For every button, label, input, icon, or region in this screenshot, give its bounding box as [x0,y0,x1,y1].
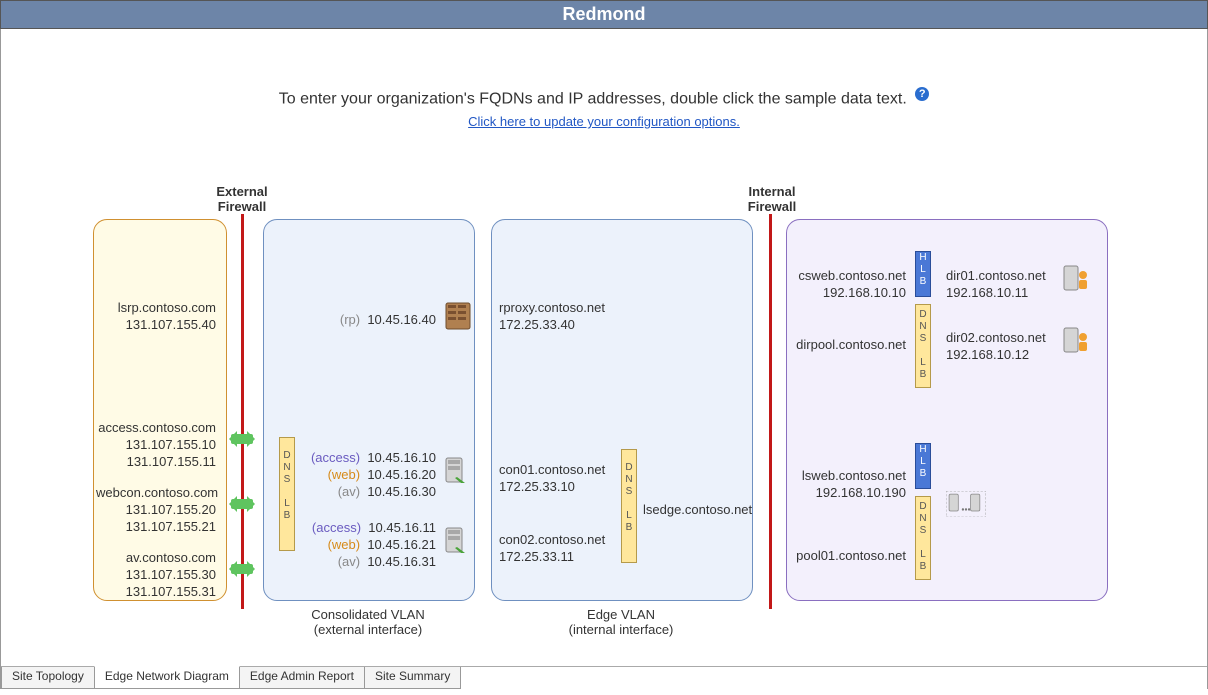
dirpool-label[interactable]: dirpool.contoso.net [791,336,906,353]
external-firewall-label: External Firewall [207,184,277,214]
external-firewall-line [241,214,244,609]
title-bar: Redmond [0,0,1208,29]
dns-lb-consolidated: DNS LB [279,437,295,551]
bidir-arrow-icon [231,499,253,509]
dns-lb-lower: DNS LB [915,496,931,580]
diagram-canvas: To enter your organization's FQDNs and I… [0,29,1208,689]
dir01-block[interactable]: dir01.contoso.net192.168.10.11 [946,267,1046,301]
tab-edge-network-diagram[interactable]: Edge Network Diagram [94,666,240,689]
lsrp-block[interactable]: lsrp.contoso.com131.107.155.40 [96,299,216,333]
internal-firewall-line [769,214,772,609]
tab-site-topology[interactable]: Site Topology [1,667,95,689]
hlb-lower: HLB [915,443,931,489]
tab-strip: Site Topology Edge Network Diagram Edge … [1,666,1207,689]
pool01-label[interactable]: pool01.contoso.net [791,547,906,564]
help-icon[interactable]: ? [915,84,929,102]
edge-caption: Edge VLAN(internal interface) [491,607,751,637]
reverse-proxy-server-icon [445,302,471,330]
directory-server-icon [1063,327,1091,355]
instruction-text: To enter your organization's FQDNs and I… [1,84,1207,108]
lsweb-block[interactable]: lsweb.contoso.net192.168.10.190 [791,467,906,501]
config-link[interactable]: Click here to update your configuration … [468,114,740,129]
page-title: Redmond [563,4,646,24]
server-icon [445,457,467,485]
internal-firewall-label: Internal Firewall [737,184,807,214]
rp-block[interactable]: (rp) 10.45.16.40 [311,311,436,328]
av-block[interactable]: av.contoso.com131.107.155.30131.107.155.… [96,549,216,600]
lsedge-label[interactable]: lsedge.contoso.net [643,501,752,518]
con02-block[interactable]: con02.contoso.net172.25.33.11 [499,531,605,565]
bidir-arrow-icon [231,434,253,444]
external-zone [93,219,227,601]
edge-slot2[interactable]: (access) 10.45.16.11 (web) 10.45.16.21 (… [301,519,436,570]
hlb-upper: HLB [915,251,931,297]
con01-block[interactable]: con01.contoso.net172.25.33.10 [499,461,605,495]
tab-edge-admin-report[interactable]: Edge Admin Report [239,667,365,689]
webcon-block[interactable]: webcon.contoso.com131.107.155.20131.107.… [96,484,216,535]
dns-lb-edge: DNS LB [621,449,637,563]
access-block[interactable]: access.contoso.com131.107.155.10131.107.… [96,419,216,470]
edge-slot1[interactable]: (access) 10.45.16.10 (web) 10.45.16.20 (… [301,449,436,500]
dns-lb-upper: DNS LB [915,304,931,388]
bidir-arrow-icon [231,564,253,574]
directory-server-icon [1063,265,1091,293]
csweb-block[interactable]: csweb.contoso.net192.168.10.10 [791,267,906,301]
server-icon [445,527,467,555]
tab-site-summary[interactable]: Site Summary [364,667,461,689]
dir02-block[interactable]: dir02.contoso.net192.168.10.12 [946,329,1046,363]
consolidated-caption: Consolidated VLAN(external interface) [263,607,473,637]
config-link-wrap: Click here to update your configuration … [1,114,1207,129]
server-pool-icon [946,491,986,521]
rproxy-block[interactable]: rproxy.contoso.net172.25.33.40 [499,299,605,333]
